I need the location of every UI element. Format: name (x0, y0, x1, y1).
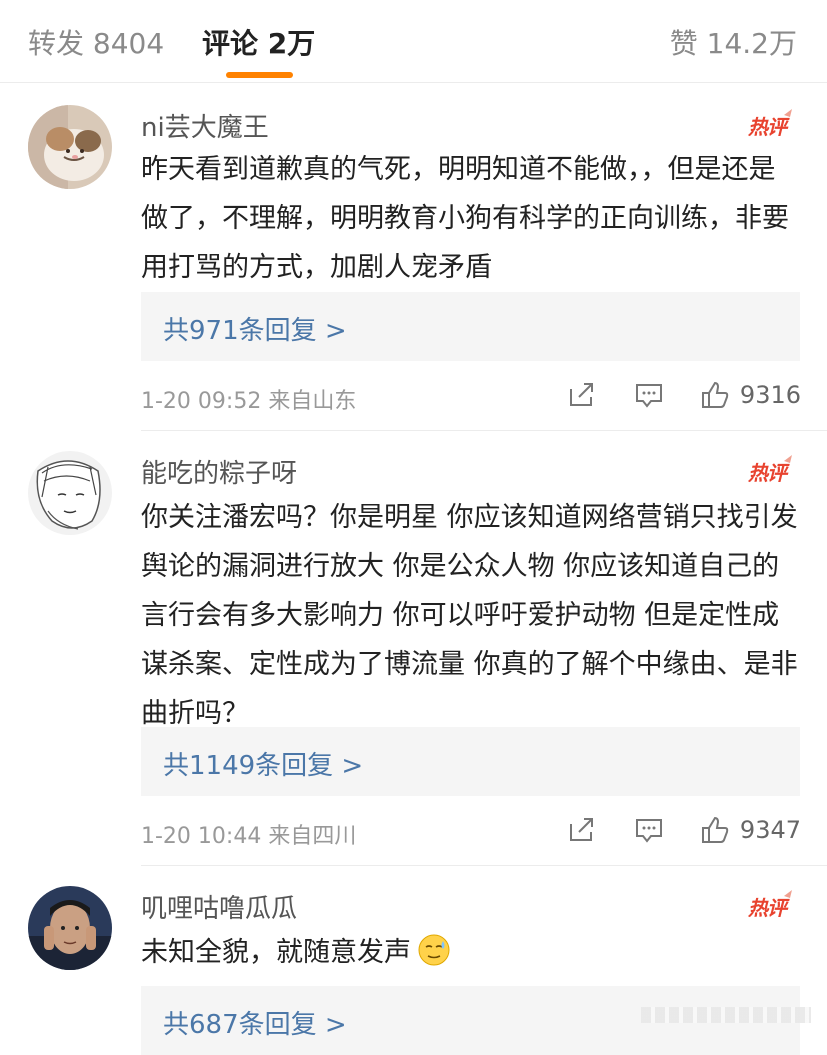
share-icon[interactable] (565, 379, 597, 411)
comment-time-location: 1-20 09:52 来自山东 (141, 389, 357, 414)
comment-text-body: 未知全貌，就随意发声 (141, 937, 411, 968)
hot-comment-badge: 热评 (748, 453, 798, 487)
comment-item: 能吃的粽子呀 热评 你关注潘宏吗？你是明星 你应该知道网络营销只找引发舆论的漏洞… (0, 431, 827, 866)
comment-item: ni芸大魔王 热评 昨天看到道歉真的气死，明明知道不能做，，但是还是做了，不理解… (0, 83, 827, 431)
like-icon[interactable] (699, 379, 731, 411)
username[interactable]: ni芸大魔王 (141, 107, 269, 144)
tab-comments[interactable]: 评论 2万 (202, 22, 315, 62)
like-count: 9347 (739, 816, 801, 844)
comment-icon[interactable] (633, 379, 665, 411)
replies-box[interactable]: 共1149条回复 > (141, 727, 800, 796)
username[interactable]: 能吃的粽子呀 (141, 453, 297, 490)
hot-comment-badge: 热评 (748, 107, 798, 141)
tab-likes[interactable]: 赞 14.2万 (670, 22, 797, 62)
comment-meta: 1-20 09:52 来自山东 9316 (141, 377, 801, 417)
comment-icon[interactable] (633, 814, 665, 846)
view-replies-link[interactable]: 共687条回复 > (163, 1004, 347, 1041)
avatar[interactable] (28, 105, 112, 189)
like-icon[interactable] (699, 814, 731, 846)
avatar[interactable] (28, 451, 112, 535)
comment-text: 你关注潘宏吗？你是明星 你应该知道网络营销只找引发舆论的漏洞进行放大 你是公众人… (141, 502, 798, 729)
comment-text: 未知全貌，就随意发声 (141, 928, 801, 977)
active-tab-indicator (226, 72, 293, 78)
view-replies-link[interactable]: 共1149条回复 > (163, 745, 363, 782)
tab-bar: 转发 8404 评论 2万 赞 14.2万 (0, 0, 827, 83)
view-replies-link[interactable]: 共971条回复 > (163, 310, 347, 347)
share-icon[interactable] (565, 814, 597, 846)
watermark (641, 1007, 811, 1023)
like-count: 9316 (739, 381, 801, 409)
comment-text: 昨天看到道歉真的气死，明明知道不能做，，但是还是做了，不理解，明明教育小狗有科学… (141, 154, 789, 283)
tab-repost[interactable]: 转发 8404 (28, 22, 164, 62)
username[interactable]: 叽哩咕噜瓜瓜 (141, 888, 297, 925)
hot-comment-badge: 热评 (748, 888, 798, 922)
sweat-smile-emoji (417, 933, 451, 967)
comment-meta: 1-20 10:44 来自四川 9347 (141, 812, 801, 852)
avatar[interactable] (28, 886, 112, 970)
replies-box[interactable]: 共971条回复 > (141, 292, 800, 361)
comment-time-location: 1-20 10:44 来自四川 (141, 824, 357, 849)
